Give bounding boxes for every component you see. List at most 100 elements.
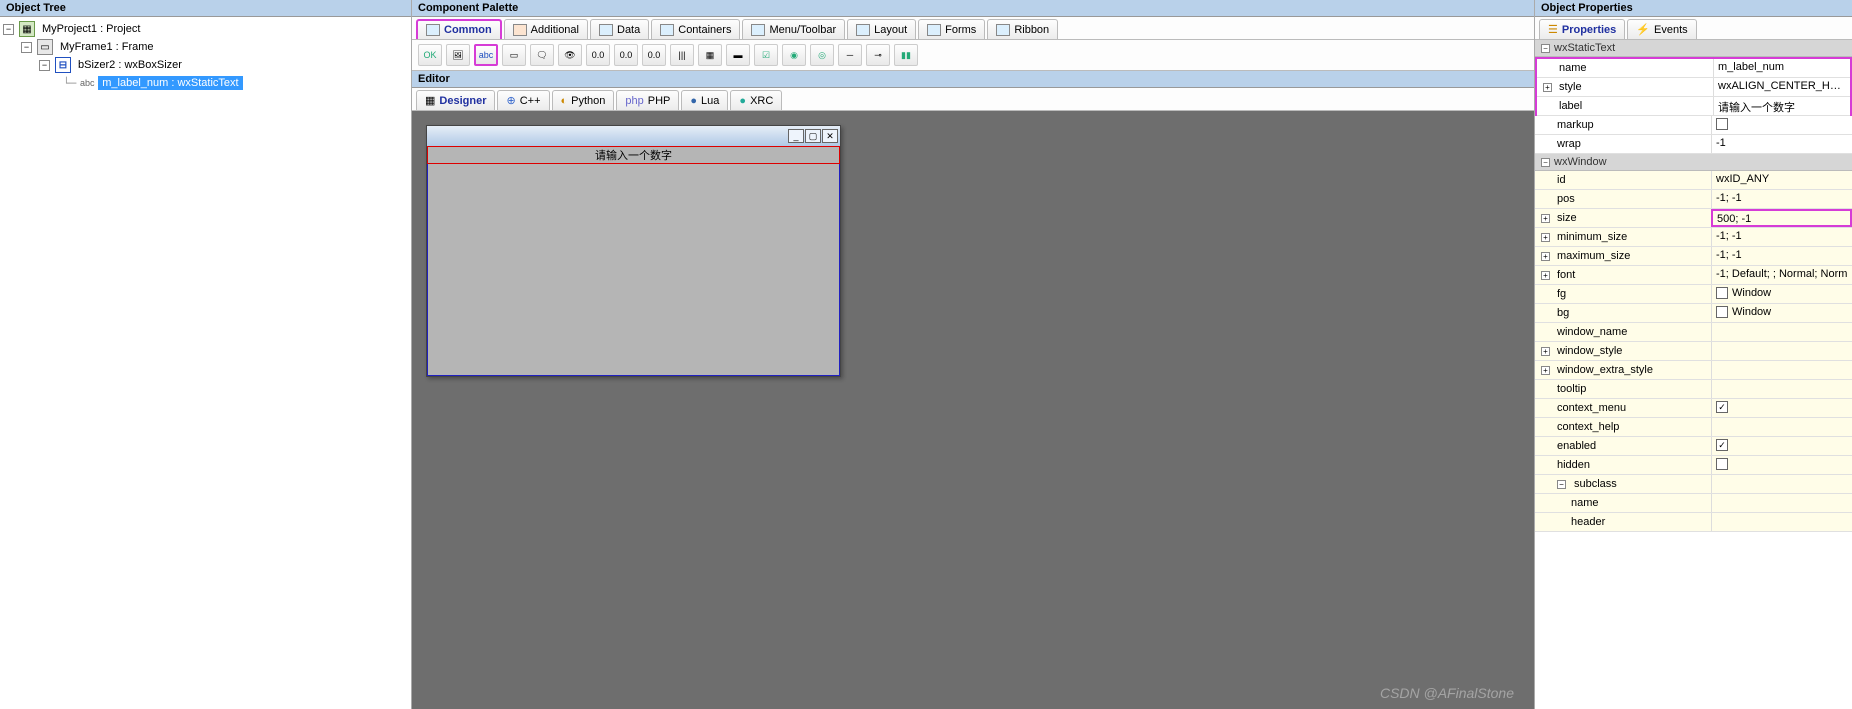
tool-static-text[interactable]: abc (474, 44, 498, 66)
prop-context-help[interactable]: context_help (1535, 418, 1852, 437)
prop-hidden[interactable]: hidden (1535, 456, 1852, 475)
prop-fg[interactable]: fgWindow (1535, 285, 1852, 304)
tab-properties[interactable]: ☰Properties (1539, 19, 1625, 39)
tool-slider[interactable]: ⊸ (866, 44, 890, 66)
tool-5[interactable]: 🗨 (530, 44, 554, 66)
prop-wrap[interactable]: wrap-1 (1535, 135, 1852, 154)
checkbox-unchecked-icon[interactable] (1716, 118, 1728, 130)
tree-content: − ▦ MyProject1 : Project − ▭ MyFrame1 : … (0, 17, 411, 709)
cpp-icon: ⊕ (506, 94, 515, 107)
checkbox-unchecked-icon[interactable] (1716, 458, 1728, 470)
group-wxwindow[interactable]: −wxWindow (1535, 154, 1852, 171)
expand-icon[interactable]: − (39, 60, 50, 71)
palette-tools: OK 🖼 abc ▭ 🗨 👁 0.0 0.0 0.0 ||| ▦ ▬ ☑ ◉ ◎… (412, 40, 1534, 71)
prop-id[interactable]: idwxID_ANY (1535, 171, 1852, 190)
prop-maxsize[interactable]: +maximum_size-1; -1 (1535, 247, 1852, 266)
python-icon: ◐ (561, 95, 568, 107)
prop-font[interactable]: +font-1; Default; ; Normal; Norm (1535, 266, 1852, 285)
expand-icon[interactable]: + (1541, 252, 1550, 261)
tool-12[interactable]: ▬ (726, 44, 750, 66)
tab-cpp[interactable]: ⊕C++ (497, 90, 549, 110)
tool-radio[interactable]: ◉ (782, 44, 806, 66)
lua-icon: ● (690, 95, 697, 107)
prop-sub-name[interactable]: name (1535, 494, 1852, 513)
collapse-icon[interactable]: − (1541, 44, 1550, 53)
prop-tooltip[interactable]: tooltip (1535, 380, 1852, 399)
data-icon (599, 24, 613, 36)
frame-icon: ▭ (37, 39, 53, 55)
tool-6[interactable]: 👁 (558, 44, 582, 66)
tab-forms[interactable]: Forms (918, 19, 985, 39)
tool-button-ok[interactable]: OK (418, 44, 442, 66)
tab-python[interactable]: ◐Python (552, 90, 615, 110)
tree-node-project[interactable]: − ▦ MyProject1 : Project (3, 20, 408, 38)
prop-minsize[interactable]: +minimum_size-1; -1 (1535, 228, 1852, 247)
expand-icon[interactable]: + (1543, 83, 1552, 92)
palette-header: Component Palette (412, 0, 1534, 17)
expand-icon[interactable]: + (1541, 366, 1550, 375)
tree-node-frame[interactable]: − ▭ MyFrame1 : Frame (3, 38, 408, 56)
properties-panel: Object Properties ☰Properties ⚡Events −w… (1534, 0, 1852, 709)
tab-ribbon[interactable]: Ribbon (987, 19, 1058, 39)
tab-events[interactable]: ⚡Events (1627, 19, 1696, 39)
collapse-icon[interactable]: − (1557, 480, 1566, 489)
minimize-button[interactable]: _ (788, 129, 804, 143)
prop-bg[interactable]: bgWindow (1535, 304, 1852, 323)
designer-canvas[interactable]: _ ▢ ✕ 请输入一个数字 CSDN @AFinalStone (412, 111, 1534, 709)
checkbox-checked-icon[interactable]: ✓ (1716, 439, 1728, 451)
prop-size[interactable]: +size500; -1 (1535, 209, 1852, 228)
collapse-icon[interactable]: − (1541, 158, 1550, 167)
static-text-control[interactable]: 请输入一个数字 (427, 146, 840, 164)
tab-containers[interactable]: Containers (651, 19, 740, 39)
prop-markup[interactable]: markup (1535, 116, 1852, 135)
tool-bitmap[interactable]: 🖼 (446, 44, 470, 66)
prop-window-name[interactable]: window_name (1535, 323, 1852, 342)
prop-window-extra-style[interactable]: +window_extra_style (1535, 361, 1852, 380)
tool-16[interactable]: ─ (838, 44, 862, 66)
tool-9[interactable]: 0.0 (642, 44, 666, 66)
expand-icon[interactable]: − (3, 24, 14, 35)
tool-15[interactable]: ◎ (810, 44, 834, 66)
tree-node-label[interactable]: └─ abc m_label_num : wxStaticText (3, 74, 408, 92)
prop-label[interactable]: label请输入一个数字 (1537, 97, 1850, 116)
tab-lua[interactable]: ●Lua (681, 90, 728, 110)
expand-icon[interactable]: + (1541, 347, 1550, 356)
tree-node-sizer[interactable]: − ⊟ bSizer2 : wxBoxSizer (3, 56, 408, 74)
tab-xrc[interactable]: ●XRC (730, 90, 782, 110)
prop-window-style[interactable]: +window_style (1535, 342, 1852, 361)
tool-8[interactable]: 0.0 (614, 44, 638, 66)
checkbox-checked-icon[interactable]: ✓ (1716, 401, 1728, 413)
palette-tabs: Common Additional Data Containers Menu/T… (412, 17, 1534, 40)
common-icon (426, 24, 440, 36)
tab-menu[interactable]: Menu/Toolbar (742, 19, 845, 39)
prop-enabled[interactable]: enabled✓ (1535, 437, 1852, 456)
xrc-icon: ● (739, 95, 746, 107)
tool-textctrl[interactable]: ▭ (502, 44, 526, 66)
tab-common[interactable]: Common (416, 19, 502, 39)
prop-sub-header[interactable]: header (1535, 513, 1852, 532)
tool-gauge[interactable]: ▮▮ (894, 44, 918, 66)
group-wxstatictext[interactable]: −wxStaticText (1535, 40, 1852, 57)
tab-layout[interactable]: Layout (847, 19, 916, 39)
expand-icon[interactable]: + (1541, 233, 1550, 242)
tool-10[interactable]: ||| (670, 44, 694, 66)
prop-name[interactable]: namem_label_num (1537, 59, 1850, 78)
expand-icon[interactable]: + (1541, 271, 1550, 280)
tab-additional[interactable]: Additional (504, 19, 588, 39)
expand-icon[interactable]: + (1541, 214, 1550, 223)
prop-context-menu[interactable]: context_menu✓ (1535, 399, 1852, 418)
tool-7[interactable]: 0.0 (586, 44, 610, 66)
maximize-button[interactable]: ▢ (805, 129, 821, 143)
prop-pos[interactable]: pos-1; -1 (1535, 190, 1852, 209)
tab-data[interactable]: Data (590, 19, 649, 39)
tab-php[interactable]: phpPHP (616, 90, 679, 110)
frame-body[interactable]: 请输入一个数字 (427, 146, 840, 376)
tool-11[interactable]: ▦ (698, 44, 722, 66)
tab-designer[interactable]: ▦Designer (416, 90, 495, 110)
prop-style[interactable]: +stylewxALIGN_CENTER_HORIZO (1537, 78, 1850, 97)
design-frame[interactable]: _ ▢ ✕ 请输入一个数字 (426, 125, 841, 377)
close-button[interactable]: ✕ (822, 129, 838, 143)
prop-subclass[interactable]: −subclass (1535, 475, 1852, 494)
tool-checkbox[interactable]: ☑ (754, 44, 778, 66)
expand-icon[interactable]: − (21, 42, 32, 53)
